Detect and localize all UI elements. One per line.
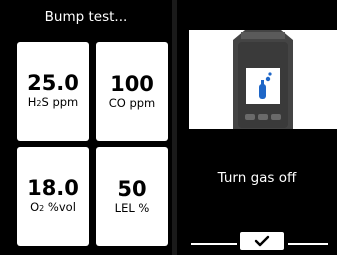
instruction-header bbox=[177, 0, 337, 30]
reading-tile-o2: 18.0 O2 %vol bbox=[17, 147, 89, 246]
reading-value: 100 bbox=[110, 71, 154, 96]
reading-value: 18.0 bbox=[27, 176, 79, 200]
confirm-button[interactable] bbox=[240, 232, 284, 250]
reading-value: 50 bbox=[117, 176, 147, 201]
reading-unit: CO ppm bbox=[108, 95, 156, 110]
reading-tile-co: 100 CO ppm bbox=[96, 42, 168, 141]
reading-unit: LEL % bbox=[114, 200, 150, 215]
checkmark-icon bbox=[254, 235, 270, 247]
instruction-message: Turn gas off bbox=[217, 170, 297, 186]
reading-value: 25.0 bbox=[27, 71, 79, 95]
footer-line bbox=[191, 243, 237, 245]
gas-detector-icon bbox=[189, 30, 337, 129]
footer-line bbox=[288, 243, 328, 245]
reading-tile-lel: 50 LEL % bbox=[96, 147, 168, 246]
readings-panel: Bump test... 25.0 H2S ppm 100 CO ppm 18.… bbox=[0, 0, 172, 255]
reading-unit: O2 %vol bbox=[30, 200, 76, 214]
page-title: Bump test... bbox=[44, 8, 128, 25]
instruction-panel: Turn gas off bbox=[177, 0, 337, 255]
reading-unit: H2S ppm bbox=[27, 95, 79, 109]
device-illustration bbox=[189, 30, 337, 129]
reading-tile-h2s: 25.0 H2S ppm bbox=[17, 42, 89, 141]
